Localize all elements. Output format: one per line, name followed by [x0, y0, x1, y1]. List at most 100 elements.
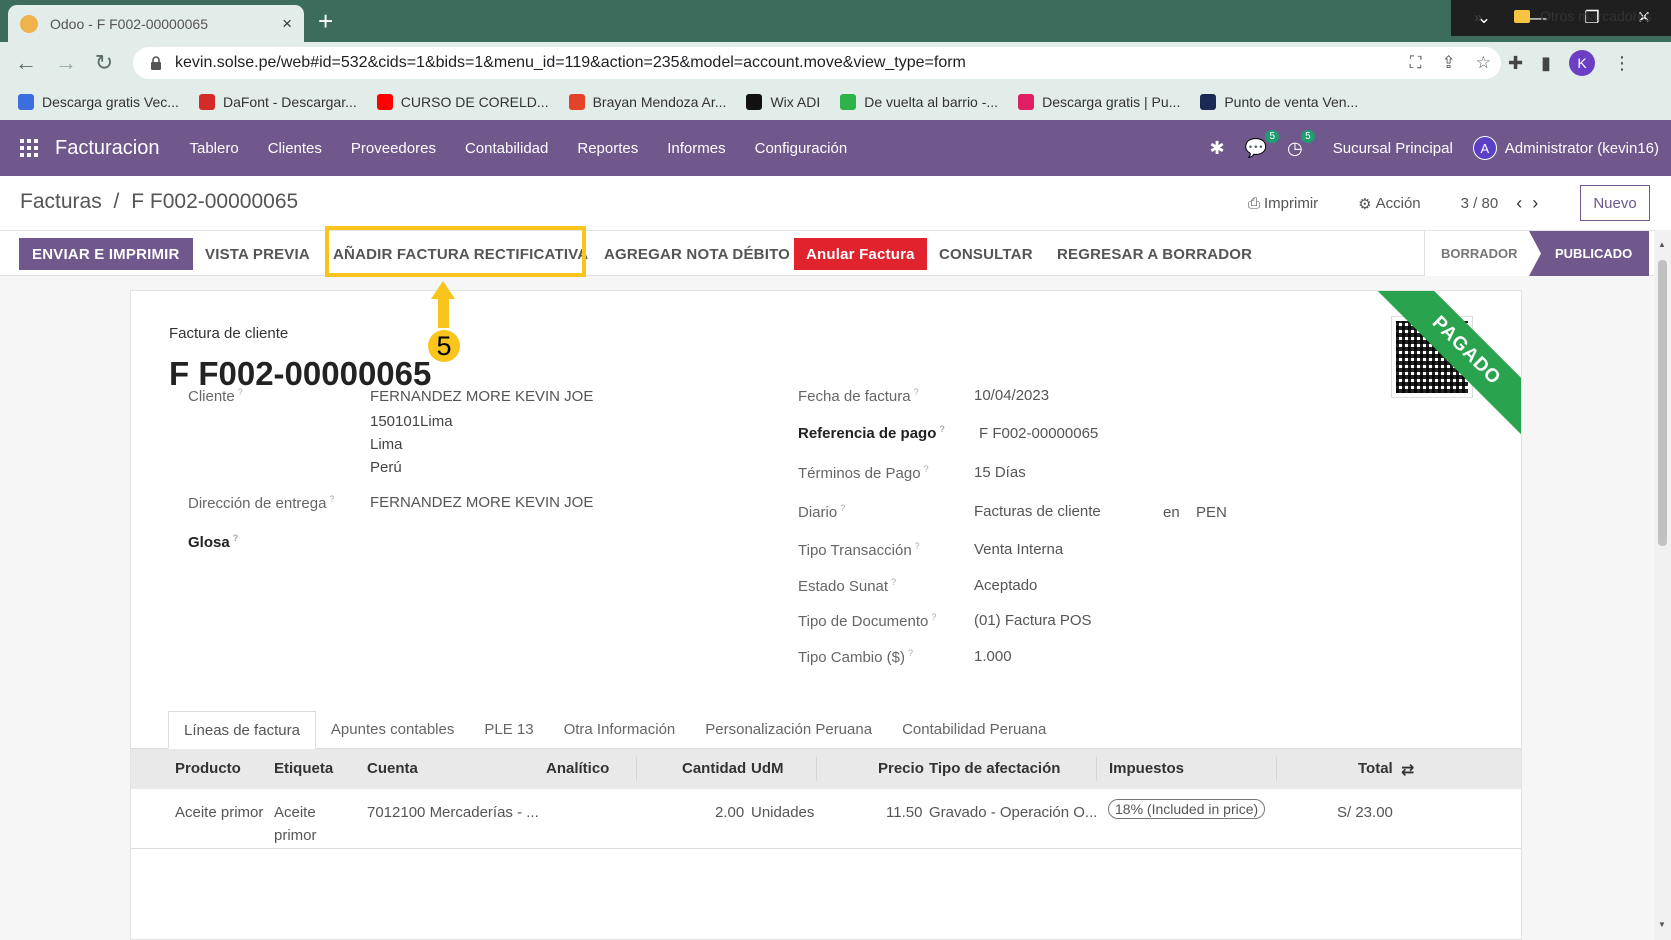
bookmark-favicon-icon	[18, 94, 34, 110]
bookmark-item[interactable]: Wix ADI	[746, 94, 820, 110]
bookmark-item[interactable]: Descarga gratis | Pu...	[1018, 94, 1180, 110]
col-product[interactable]: Producto	[175, 760, 241, 777]
side-panel-icon[interactable]: ▮	[1541, 53, 1551, 74]
col-affectation-type[interactable]: Tipo de afectación	[929, 760, 1060, 777]
col-total[interactable]: Total	[1358, 760, 1393, 777]
bookmark-label: DaFont - Descargar...	[222, 94, 357, 110]
invoice-date-value: 10/04/2023	[974, 387, 1050, 404]
forward-icon[interactable]: →	[52, 50, 80, 76]
menu-tablero[interactable]: Tablero	[190, 140, 239, 157]
send-print-button[interactable]: ENVIAR E IMPRIMIR	[19, 238, 193, 270]
menu-clientes[interactable]: Clientes	[268, 140, 322, 157]
menu-configuracion[interactable]: Configuración	[755, 140, 848, 157]
user-menu[interactable]: A Administrator (kevin16)	[1472, 136, 1659, 160]
table-row[interactable]: Aceite primor Aceite primor 7012100 Merc…	[131, 789, 1521, 849]
col-analytic[interactable]: Analítico	[546, 760, 609, 777]
app-brand[interactable]: Facturacion	[55, 137, 160, 160]
bookmark-item[interactable]: De vuelta al barrio -...	[840, 94, 998, 110]
tab-journal-items[interactable]: Apuntes contables	[316, 711, 469, 749]
tab-other-info[interactable]: Otra Información	[549, 711, 691, 749]
annotation-arrow-shaft	[438, 296, 449, 328]
col-taxes[interactable]: Impuestos	[1109, 760, 1184, 777]
apps-menu-icon[interactable]	[20, 139, 38, 157]
customer-label: Cliente?	[188, 387, 243, 405]
tab-peruvian-accounting[interactable]: Contabilidad Peruana	[887, 711, 1061, 749]
scrollbar-thumb[interactable]	[1658, 260, 1667, 546]
other-bookmarks[interactable]: Otros marcadores	[1514, 8, 1652, 24]
scroll-down-icon[interactable]: ▼	[1658, 920, 1666, 929]
optional-columns-icon[interactable]: ⇄	[1401, 760, 1414, 780]
customer-address-line3: Perú	[370, 459, 402, 476]
preview-button[interactable]: VISTA PREVIA	[205, 238, 310, 270]
col-separator	[816, 757, 817, 781]
col-account[interactable]: Cuenta	[367, 760, 418, 777]
invoice-lines-header: Producto Etiqueta Cuenta Analítico Canti…	[131, 749, 1521, 789]
bookmark-item[interactable]: Punto de venta Ven...	[1200, 94, 1358, 110]
stage-posted[interactable]: PUBLICADO	[1529, 231, 1649, 276]
add-debit-note-button[interactable]: AGREGAR NOTA DÉBITO	[604, 238, 790, 270]
url-field[interactable]: kevin.solse.pe/web#id=532&cids=1&bids=1&…	[133, 47, 1501, 79]
row-affectation-type: Gravado - Operación O...	[929, 804, 1098, 821]
pager-previous-icon[interactable]: ‹	[1516, 193, 1532, 213]
col-uom[interactable]: UdM	[751, 760, 784, 777]
bookmark-item[interactable]: CURSO DE CORELD...	[376, 94, 549, 110]
branch-selector[interactable]: Sucursal Principal	[1333, 140, 1453, 157]
share-icon[interactable]: ⇪	[1442, 53, 1456, 73]
invoice-date-label: Fecha de factura?	[798, 387, 919, 405]
messages-icon[interactable]: 💬 5	[1245, 129, 1279, 159]
col-price[interactable]: Precio	[878, 760, 924, 777]
col-quantity[interactable]: Cantidad	[682, 760, 746, 777]
delivery-address-value[interactable]: FERNANDEZ MORE KEVIN JOE	[370, 494, 593, 511]
odoo-favicon-icon	[20, 14, 38, 33]
menu-contabilidad[interactable]: Contabilidad	[465, 140, 548, 157]
tab-search-icon[interactable]: ⌄	[1457, 0, 1511, 36]
gloss-label: Glosa?	[188, 533, 239, 551]
other-bookmarks-label: Otros marcadores	[1540, 8, 1653, 24]
sunat-status-label: Estado Sunat?	[798, 577, 897, 595]
back-icon[interactable]: ←	[12, 50, 40, 76]
extensions-icon[interactable]: ✚	[1508, 53, 1523, 74]
bookmark-item[interactable]: DaFont - Descargar...	[198, 94, 357, 110]
breadcrumb: Facturas / F F002-00000065	[20, 190, 298, 214]
pager-next-icon[interactable]: ›	[1532, 193, 1548, 213]
tab-peruvian-customization[interactable]: Personalización Peruana	[690, 711, 887, 749]
page-scrollbar[interactable]: ▲ ▼	[1654, 230, 1671, 940]
bookmark-label: De vuelta al barrio -...	[864, 94, 999, 110]
print-menu[interactable]: ⎙ Imprimir	[1248, 195, 1318, 212]
profile-avatar[interactable]: K	[1569, 50, 1595, 76]
menu-reportes[interactable]: Reportes	[577, 140, 638, 157]
tab-ple13[interactable]: PLE 13	[469, 711, 548, 749]
reload-icon[interactable]: ↻	[90, 50, 118, 76]
bookmark-star-icon[interactable]: ☆	[1476, 53, 1491, 73]
bookmark-item[interactable]: Descarga gratis Vec...	[18, 94, 179, 110]
menu-proveedores[interactable]: Proveedores	[351, 140, 436, 157]
bookmark-label: Wix ADI	[770, 94, 821, 110]
annotation-highlight-box	[325, 226, 586, 277]
menu-informes[interactable]: Informes	[667, 140, 725, 157]
reset-to-draft-button[interactable]: REGRESAR A BORRADOR	[1057, 238, 1252, 270]
document-type: Factura de cliente	[169, 325, 289, 342]
new-tab-button[interactable]: +	[318, 6, 333, 36]
translate-icon[interactable]: ⛶	[1410, 53, 1422, 73]
tab-invoice-lines[interactable]: Líneas de factura	[168, 711, 316, 749]
col-separator	[1096, 757, 1097, 781]
customer-name[interactable]: FERNANDEZ MORE KEVIN JOE	[370, 388, 593, 405]
bookmarks-overflow-icon[interactable]: »	[1474, 9, 1482, 26]
bookmark-item[interactable]: Brayan Mendoza Ar...	[568, 94, 726, 110]
col-label[interactable]: Etiqueta	[274, 760, 333, 777]
consult-button[interactable]: CONSULTAR	[939, 238, 1033, 270]
browser-tab[interactable]: Odoo - F F002-00000065 ×	[8, 5, 304, 42]
close-tab-icon[interactable]: ×	[282, 14, 292, 34]
browser-menu-icon[interactable]: ⋮	[1613, 53, 1631, 74]
action-menu[interactable]: ⚙ Acción	[1358, 195, 1420, 213]
new-button[interactable]: Nuevo	[1580, 185, 1650, 221]
scroll-up-icon[interactable]: ▲	[1658, 240, 1666, 249]
pager-value[interactable]: 3 / 80	[1461, 195, 1499, 212]
debug-bug-icon[interactable]: ✱	[1209, 138, 1224, 159]
journal-value: Facturas de cliente	[974, 503, 1101, 520]
cancel-invoice-button[interactable]: Anular Factura	[794, 238, 927, 270]
activities-clock-icon[interactable]: ◷ 5	[1287, 129, 1315, 159]
breadcrumb-facturas[interactable]: Facturas	[20, 190, 102, 213]
user-name: Administrator (kevin16)	[1504, 139, 1659, 157]
stage-draft[interactable]: BORRADOR	[1424, 231, 1529, 276]
